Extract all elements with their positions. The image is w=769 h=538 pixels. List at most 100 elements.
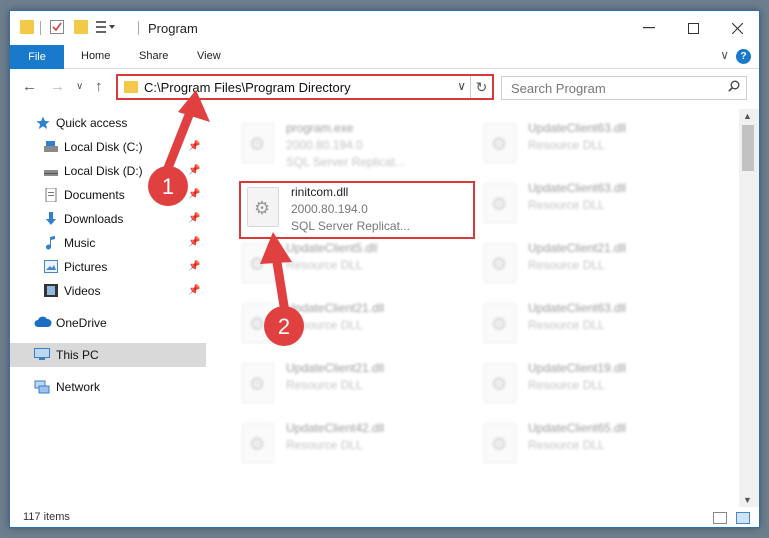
- computer-icon: [34, 348, 50, 361]
- sidebar-item-onedrive[interactable]: OneDrive: [10, 311, 206, 335]
- pin-icon[interactable]: 📌: [188, 261, 200, 272]
- file-version: 2000.80.194.0: [286, 138, 363, 152]
- file-item[interactable]: ⚙ program.exe 2000.80.194.0 SQL Server R…: [236, 119, 466, 175]
- large-icons-view-icon[interactable]: [736, 512, 750, 524]
- tab-file[interactable]: File: [10, 45, 64, 69]
- customize-toolbar-icon[interactable]: [96, 20, 116, 34]
- sidebar-item-label: Local Disk (D:): [64, 164, 143, 178]
- file-name: UpdateClient5.dll: [286, 241, 378, 255]
- search-input[interactable]: Search Program: [501, 76, 747, 100]
- expand-ribbon-icon[interactable]: ∨: [720, 48, 729, 62]
- file-item-highlighted[interactable]: ⚙ rinitcom.dll 2000.80.194.0 SQL Server …: [239, 181, 475, 239]
- sidebar-item-documents[interactable]: Documents 📌: [10, 183, 206, 207]
- sidebar-item-local-disk-d[interactable]: Local Disk (D:) 📌: [10, 159, 206, 183]
- status-bar: 117 items: [10, 507, 759, 527]
- sidebar-item-pictures[interactable]: Pictures 📌: [10, 255, 206, 279]
- tab-share[interactable]: Share: [139, 50, 168, 62]
- pictures-icon: [44, 260, 58, 273]
- address-path[interactable]: C:\Program Files\Program Directory: [144, 80, 351, 95]
- drive-icon: [44, 140, 58, 153]
- sidebar-item-label: Local Disk (C:): [64, 140, 143, 154]
- file-name: UpdateClient42.dll: [286, 421, 385, 435]
- file-list: ⚙ program.exe 2000.80.194.0 SQL Server R…: [208, 109, 739, 507]
- file-description: Resource DLL: [286, 378, 363, 392]
- sidebar-item-label: Downloads: [64, 212, 124, 226]
- dll-file-icon: ⚙: [484, 243, 516, 283]
- sidebar-item-label: This PC: [56, 348, 99, 362]
- dll-file-icon: ⚙: [242, 423, 274, 463]
- file-description: SQL Server Replicat...: [286, 155, 405, 169]
- file-item[interactable]: ⚙ UpdateClient5.dll Resource DLL: [236, 239, 466, 295]
- drive-icon: [44, 164, 58, 177]
- file-description: Resource DLL: [528, 378, 605, 392]
- file-item[interactable]: ⚙ UpdateClient42.dll Resource DLL: [236, 419, 466, 475]
- sidebar-item-this-pc[interactable]: This PC: [10, 343, 206, 367]
- search-icon[interactable]: [728, 80, 740, 95]
- videos-icon: [44, 284, 58, 297]
- sidebar-item-quick-access[interactable]: Quick access: [10, 111, 206, 135]
- file-name: UpdateClient21.dll: [528, 241, 627, 255]
- tab-view[interactable]: View: [197, 50, 221, 62]
- sidebar-item-label: Music: [64, 236, 96, 250]
- scroll-up-icon[interactable]: ▲: [743, 111, 752, 121]
- up-arrow-icon[interactable]: ↑: [95, 78, 103, 95]
- scroll-down-icon[interactable]: ▼: [743, 495, 752, 505]
- back-arrow-icon[interactable]: ←: [22, 78, 37, 95]
- music-icon: [44, 236, 58, 250]
- downloads-icon: [44, 212, 58, 225]
- file-item[interactable]: ⚙ UpdateClient21.dll Resource DLL: [236, 299, 466, 355]
- sidebar-item-label: Videos: [64, 284, 101, 298]
- file-item[interactable]: ⚙ UpdateClient21.dll Resource DLL: [478, 239, 708, 295]
- sidebar-item-local-disk-c[interactable]: Local Disk (C:) 📌: [10, 135, 206, 159]
- file-description: SQL Server Replicat...: [291, 219, 410, 233]
- sidebar-item-downloads[interactable]: Downloads 📌: [10, 207, 206, 231]
- scroll-thumb[interactable]: [742, 125, 754, 171]
- folder-icon: [124, 81, 138, 93]
- help-icon[interactable]: ?: [736, 49, 751, 64]
- pin-icon[interactable]: 📌: [188, 237, 200, 248]
- dll-file-icon: ⚙: [484, 363, 516, 403]
- sidebar-item-videos[interactable]: Videos 📌: [10, 279, 206, 303]
- file-name: UpdateClient19.dll: [528, 361, 627, 375]
- maximize-button[interactable]: [671, 15, 715, 41]
- dll-file-icon: ⚙: [484, 123, 516, 163]
- pin-icon[interactable]: 📌: [188, 213, 200, 224]
- sidebar-item-music[interactable]: Music 📌: [10, 231, 206, 255]
- file-name: UpdateClient63.dll: [528, 301, 627, 315]
- star-icon: [36, 116, 50, 129]
- file-item[interactable]: ⚙ UpdateClient19.dll Resource DLL: [478, 359, 708, 415]
- pin-icon[interactable]: 📌: [188, 189, 200, 200]
- file-item[interactable]: ⚙ UpdateClient63.dll Resource DLL: [478, 299, 708, 355]
- sidebar-item-network[interactable]: Network: [10, 375, 206, 399]
- file-item[interactable]: ⚙ UpdateClient63.dll Resource DLL: [478, 179, 708, 235]
- file-item[interactable]: ⚙ UpdateClient21.dll Resource DLL: [236, 359, 466, 415]
- explorer-window: Program File Home Share View ∨ ? ← → ∨ ↑…: [9, 10, 760, 528]
- file-name: UpdateClient21.dll: [286, 361, 385, 375]
- pin-icon[interactable]: 📌: [188, 285, 200, 296]
- tab-home[interactable]: Home: [81, 50, 110, 62]
- forward-arrow-icon[interactable]: →: [50, 78, 65, 95]
- file-name: UpdateClient65.dll: [528, 421, 627, 435]
- sidebar-item-label: OneDrive: [56, 316, 107, 330]
- close-button[interactable]: [715, 15, 759, 41]
- sidebar-item-label: Documents: [64, 188, 125, 202]
- recent-locations-icon[interactable]: ∨: [76, 81, 83, 92]
- dll-file-icon: ⚙: [484, 423, 516, 463]
- file-description: Resource DLL: [528, 318, 605, 332]
- window-title: Program: [148, 21, 198, 36]
- minimize-button[interactable]: [627, 15, 671, 41]
- file-description: Resource DLL: [528, 438, 605, 452]
- properties-icon[interactable]: [50, 20, 64, 34]
- address-bar[interactable]: C:\Program Files\Program Directory ∨ ↻: [116, 74, 494, 100]
- details-view-icon[interactable]: [713, 512, 727, 524]
- new-folder-icon[interactable]: [74, 20, 88, 34]
- file-item[interactable]: ⚙ UpdateClient65.dll Resource DLL: [478, 419, 708, 475]
- pin-icon[interactable]: 📌: [188, 141, 200, 152]
- chevron-down-icon[interactable]: ∨: [457, 79, 466, 93]
- pin-icon[interactable]: 📌: [188, 165, 200, 176]
- refresh-icon[interactable]: ↻: [470, 76, 492, 98]
- file-description: Resource DLL: [286, 258, 363, 272]
- folder-icon: [20, 20, 34, 34]
- vertical-scrollbar[interactable]: ▲ ▼: [739, 109, 759, 507]
- file-item[interactable]: ⚙ UpdateClient63.dll Resource DLL: [478, 119, 708, 175]
